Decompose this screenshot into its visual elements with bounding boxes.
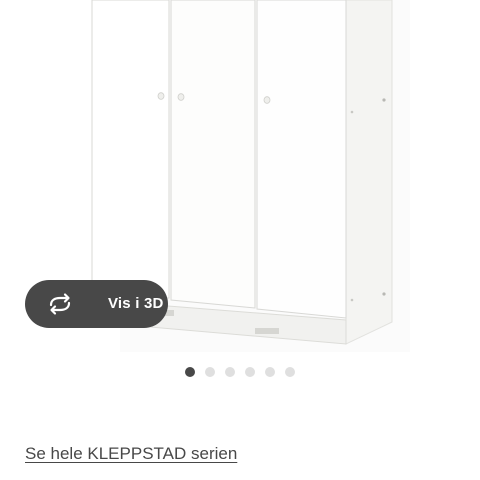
product-page: Vis i 3D Se hele KLEPPSTAD serien xyxy=(0,0,480,480)
carousel-dot-2[interactable] xyxy=(205,367,215,377)
image-carousel-indicator xyxy=(185,367,295,379)
rotate-3d-icon xyxy=(47,292,73,316)
view-in-3d-label: Vis i 3D xyxy=(108,295,164,312)
carousel-dot-1[interactable] xyxy=(185,367,195,377)
carousel-dot-5[interactable] xyxy=(265,367,275,377)
view-in-3d-button[interactable]: Vis i 3D xyxy=(25,280,168,328)
carousel-dot-4[interactable] xyxy=(245,367,255,377)
see-series-link[interactable]: Se hele KLEPPSTAD serien xyxy=(25,443,237,465)
carousel-dot-6[interactable] xyxy=(285,367,295,377)
carousel-dot-3[interactable] xyxy=(225,367,235,377)
